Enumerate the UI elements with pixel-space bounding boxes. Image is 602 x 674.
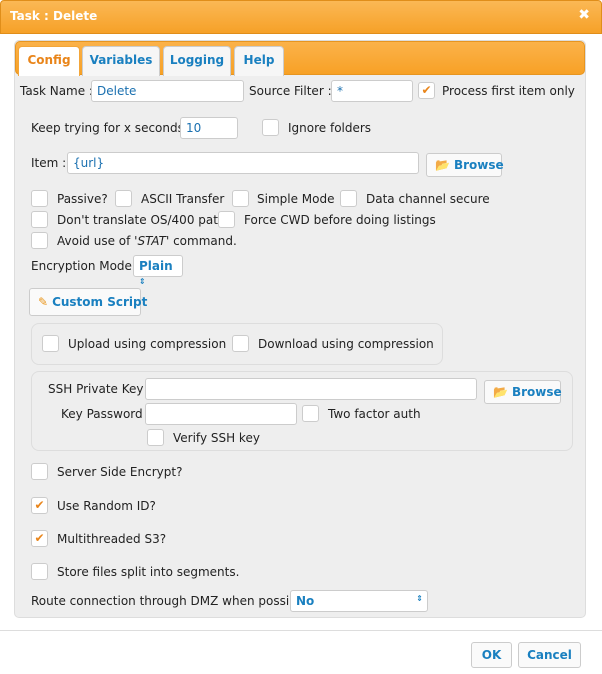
close-icon[interactable]: ✖: [578, 7, 590, 23]
item-browse-button[interactable]: 📂 Browse: [426, 153, 504, 177]
random-id-label: Use Random ID?: [57, 499, 156, 513]
stat-pre: Avoid use of ': [57, 234, 138, 248]
force-cwd-label: Force CWD before doing listings: [244, 213, 436, 227]
verify-ssh-checkbox[interactable]: [147, 429, 164, 446]
folder-icon: 📂: [493, 385, 508, 399]
dmz-label: Route connection through DMZ when possib…: [31, 594, 316, 608]
simple-mode-checkbox[interactable]: [232, 190, 249, 207]
custom-script-label: Custom Script: [52, 295, 148, 309]
ssh-key-label: SSH Private Key :: [48, 382, 152, 396]
passive-label: Passive?: [57, 192, 108, 206]
folder-icon: 📂: [435, 158, 450, 172]
custom-script-button[interactable]: ✎ Custom Script: [29, 288, 147, 316]
encryption-label: Encryption Mode :: [31, 259, 140, 273]
segments-checkbox[interactable]: [31, 563, 48, 580]
key-password-label: Key Password :: [61, 407, 151, 421]
two-factor-label: Two factor auth: [328, 407, 421, 421]
task-name-label: Task Name :: [20, 84, 93, 98]
os400-label: Don't translate OS/400 paths: [57, 213, 232, 227]
upload-compression-label: Upload using compression: [68, 337, 227, 351]
ignore-folders-label: Ignore folders: [288, 121, 372, 135]
ssh-key-input[interactable]: [145, 378, 477, 400]
os400-checkbox[interactable]: [31, 211, 48, 228]
ascii-label: ASCII Transfer: [141, 192, 225, 206]
download-compression-checkbox[interactable]: [232, 335, 249, 352]
random-id-checkbox[interactable]: ✔: [31, 497, 48, 514]
multithreaded-label: Multithreaded S3?: [57, 532, 167, 546]
item-input[interactable]: {url}: [67, 152, 419, 174]
cancel-button[interactable]: Cancel: [518, 642, 581, 668]
tab-logging[interactable]: Logging: [163, 46, 231, 76]
encryption-select[interactable]: Plain ⇕: [133, 255, 183, 286]
process-first-checkbox[interactable]: ✔: [418, 82, 435, 99]
task-name-input[interactable]: Delete: [91, 80, 244, 102]
script-icon: ✎: [38, 295, 49, 309]
item-label: Item :: [31, 156, 67, 170]
download-compression-label: Download using compression: [258, 337, 434, 351]
segments-label: Store files split into segments.: [57, 565, 240, 579]
simple-mode-label: Simple Mode: [257, 192, 335, 206]
avoid-stat-label: Avoid use of 'STAT' command.: [57, 234, 237, 248]
stat-post: ' command.: [165, 234, 237, 248]
updown-icon: ⇕: [139, 277, 146, 286]
data-secure-label: Data channel secure: [366, 192, 490, 206]
browse-label: Browse: [453, 158, 504, 172]
source-filter-label: Source Filter :: [249, 84, 332, 98]
tab-config[interactable]: Config: [18, 46, 80, 76]
ascii-checkbox[interactable]: [115, 190, 132, 207]
sse-label: Server Side Encrypt?: [57, 465, 183, 479]
data-secure-checkbox[interactable]: [340, 190, 357, 207]
key-password-input[interactable]: [145, 403, 297, 425]
multithreaded-checkbox[interactable]: ✔: [31, 530, 48, 547]
avoid-stat-checkbox[interactable]: [31, 232, 48, 249]
two-factor-checkbox[interactable]: [302, 405, 319, 422]
source-filter-input[interactable]: *: [331, 80, 413, 102]
window-title: Task : Delete: [10, 9, 98, 23]
keep-trying-label: Keep trying for x seconds :: [31, 121, 192, 135]
ssh-browse-button[interactable]: 📂 Browse: [484, 380, 562, 404]
ok-button[interactable]: OK: [471, 642, 512, 668]
dmz-value: No: [296, 594, 315, 608]
passive-checkbox[interactable]: [31, 190, 48, 207]
encryption-value: Plain: [139, 259, 173, 273]
browse-label: Browse: [511, 385, 562, 399]
process-first-label: Process first item only: [442, 84, 575, 98]
verify-ssh-label: Verify SSH key: [173, 431, 260, 445]
keep-trying-input[interactable]: 10: [180, 117, 238, 139]
stat-em: STAT: [137, 234, 166, 248]
dmz-select[interactable]: No ⇕: [290, 590, 428, 612]
tab-variables[interactable]: Variables: [82, 46, 160, 76]
footer-divider: [0, 630, 602, 631]
sse-checkbox[interactable]: [31, 463, 48, 480]
ignore-folders-checkbox[interactable]: [262, 119, 279, 136]
tab-help[interactable]: Help: [234, 46, 284, 76]
updown-icon: ⇕: [416, 594, 423, 603]
force-cwd-checkbox[interactable]: [218, 211, 235, 228]
upload-compression-checkbox[interactable]: [42, 335, 59, 352]
